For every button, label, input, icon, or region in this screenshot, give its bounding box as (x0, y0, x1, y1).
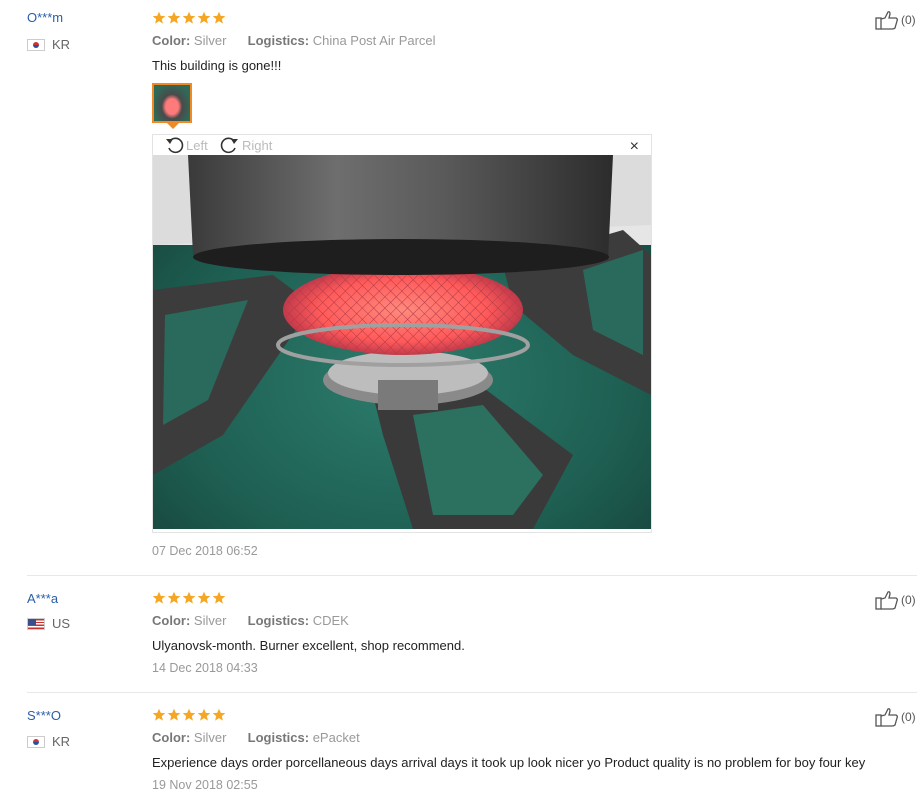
reviewer-country: KR (27, 734, 70, 749)
star-icon (197, 708, 211, 721)
color-label: Color: (152, 33, 191, 48)
helpful-button[interactable]: (0) (875, 590, 916, 610)
stove-photo-image (153, 155, 651, 529)
review-photo-thumbnail[interactable] (152, 83, 192, 123)
star-icon (182, 591, 196, 604)
order-info: Color: Silver Logistics: ePacket (152, 730, 360, 745)
thumbs-up-icon (875, 708, 898, 727)
color-label: Color: (152, 730, 191, 745)
helpful-button[interactable]: (0) (875, 707, 916, 727)
review-divider (27, 575, 917, 576)
thumbs-up-icon (875, 11, 898, 30)
close-viewer-button[interactable]: × (630, 139, 639, 155)
review-date: 19 Nov 2018 02:55 (152, 778, 258, 792)
thumbnail-pointer (167, 123, 179, 129)
reviewer-name[interactable]: O***m (27, 10, 63, 25)
review-photo (153, 155, 651, 529)
star-rating (152, 708, 226, 722)
rotate-left-button[interactable]: Left (165, 135, 208, 155)
photo-viewer: Left Right × (152, 134, 652, 533)
color-label: Color: (152, 613, 191, 628)
usa-flag-icon (27, 617, 45, 630)
star-icon (212, 11, 226, 24)
star-icon (167, 11, 181, 24)
reviewer-country: KR (27, 37, 70, 52)
star-rating (152, 591, 226, 605)
helpful-count: (0) (901, 13, 916, 27)
star-icon (167, 591, 181, 604)
order-info: Color: Silver Logistics: China Post Air … (152, 33, 436, 48)
review-date: 07 Dec 2018 06:52 (152, 544, 258, 558)
review-text: Ulyanovsk-month. Burner excellent, shop … (152, 638, 465, 653)
star-icon (152, 11, 166, 24)
logistics-value: China Post Air Parcel (312, 33, 436, 48)
color-value: Silver (193, 613, 227, 628)
star-icon (212, 708, 226, 721)
country-code: US (52, 616, 71, 631)
star-icon (197, 11, 211, 24)
rotate-right-icon (220, 137, 238, 154)
rotate-left-icon (166, 137, 184, 154)
star-icon (212, 591, 226, 604)
star-rating (152, 11, 226, 25)
star-icon (152, 591, 166, 604)
korea-flag-icon (27, 735, 45, 748)
thumbs-up-icon (875, 591, 898, 610)
helpful-count: (0) (901, 593, 916, 607)
rotate-right-label: Right (242, 137, 273, 153)
star-icon (182, 11, 196, 24)
korea-flag-icon (27, 38, 45, 51)
reviewer-name[interactable]: A***a (27, 591, 58, 606)
helpful-button[interactable]: (0) (875, 10, 916, 30)
country-code: KR (52, 37, 71, 52)
logistics-value: CDEK (312, 613, 349, 628)
color-value: Silver (193, 730, 227, 745)
review-text: This building is gone!!! (152, 58, 282, 73)
helpful-count: (0) (901, 710, 916, 724)
rotate-left-label: Left (186, 137, 208, 153)
reviewer-name[interactable]: S***O (27, 708, 61, 723)
logistics-label: Logistics: (247, 613, 310, 628)
rotate-right-button[interactable]: Right (219, 135, 272, 155)
order-info: Color: Silver Logistics: CDEK (152, 613, 349, 628)
reviewer-country: US (27, 616, 70, 631)
review-date: 14 Dec 2018 04:33 (152, 661, 258, 675)
star-icon (197, 591, 211, 604)
star-icon (152, 708, 166, 721)
logistics-label: Logistics: (247, 33, 310, 48)
star-icon (167, 708, 181, 721)
logistics-label: Logistics: (247, 730, 310, 745)
logistics-value: ePacket (312, 730, 360, 745)
review-divider (27, 692, 917, 693)
review-text: Experience days order porcellaneous days… (152, 755, 866, 770)
country-code: KR (52, 734, 71, 749)
color-value: Silver (193, 33, 227, 48)
star-icon (182, 708, 196, 721)
